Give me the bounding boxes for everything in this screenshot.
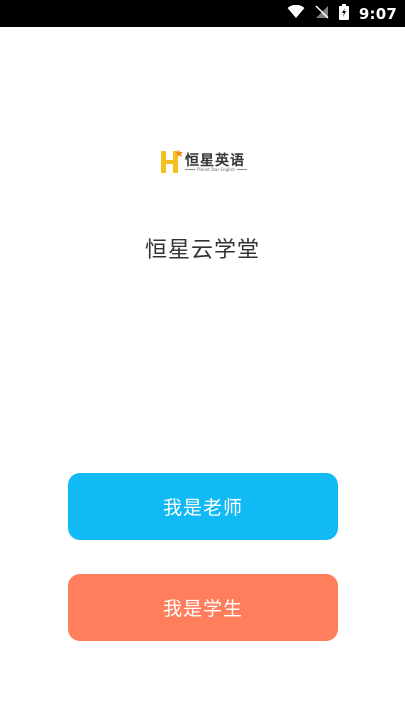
app-logo: 恒星英语 Planet Star English bbox=[159, 148, 249, 178]
teacher-button[interactable]: 我是老师 bbox=[68, 473, 338, 540]
app-title: 恒星云学堂 bbox=[144, 238, 260, 263]
status-bar: 9:07 bbox=[0, 0, 405, 27]
teacher-button-label: 我是老师 bbox=[162, 497, 243, 519]
status-time: 9:07 bbox=[358, 4, 397, 23]
signal-icon bbox=[315, 4, 329, 23]
logo-h-mark bbox=[161, 149, 183, 173]
status-icons: 9:07 bbox=[287, 0, 397, 27]
wifi-icon bbox=[287, 4, 305, 23]
student-button[interactable]: 我是学生 bbox=[68, 574, 338, 641]
battery-charging-icon bbox=[338, 3, 349, 24]
logo-subtitle: Planet Star English bbox=[185, 167, 248, 172]
logo-subtitle-text: Planet Star English bbox=[197, 167, 235, 172]
student-button-label: 我是学生 bbox=[162, 598, 243, 620]
